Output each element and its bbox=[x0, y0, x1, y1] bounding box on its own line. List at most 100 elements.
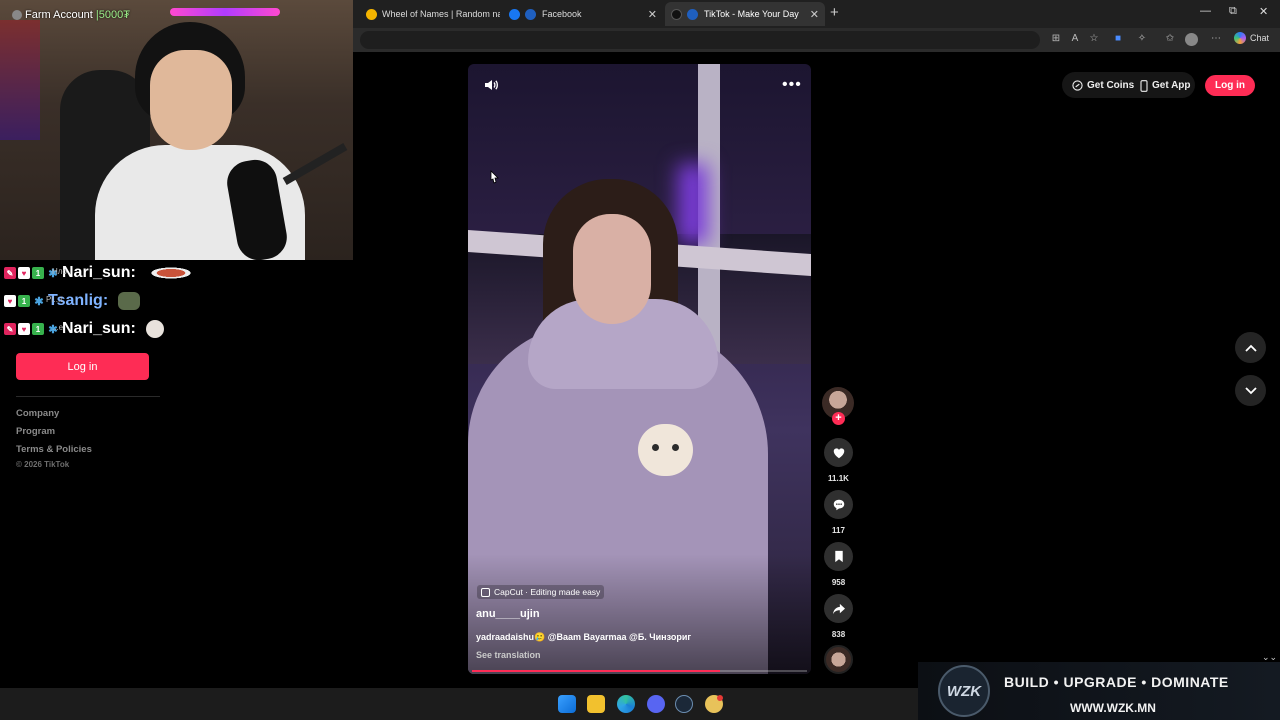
chat-username: Nari_sun: bbox=[62, 320, 136, 337]
more-options-icon[interactable]: ••• bbox=[782, 76, 802, 94]
discord-icon[interactable] bbox=[647, 695, 665, 713]
wall-poster bbox=[0, 20, 40, 140]
share-arrow-icon bbox=[832, 603, 845, 614]
sponsor-tagline: BUILD • UPGRADE • DOMINATE bbox=[1004, 674, 1229, 690]
steam-icon[interactable] bbox=[675, 695, 693, 713]
sidebar-login-button[interactable]: Log in bbox=[16, 353, 149, 380]
favorites-icon[interactable]: ✩ bbox=[1163, 33, 1177, 44]
footer-link-program[interactable]: Program bbox=[16, 426, 55, 437]
footer-link-terms[interactable]: Terms & Policies bbox=[16, 444, 92, 455]
video-caption: yadraadaishu🥲 @Baam Bayarmaa @Б. Чинзори… bbox=[476, 632, 692, 642]
streamer-face bbox=[150, 50, 232, 150]
chat-message: ✎ ♥ 1 ✱ Nari_sun: bbox=[4, 319, 164, 339]
extension-icon[interactable]: ■ bbox=[1111, 33, 1125, 44]
heart-icon bbox=[833, 447, 844, 458]
heart-badge-icon: ♥ bbox=[18, 323, 30, 335]
chat-emote bbox=[145, 266, 196, 280]
follow-button[interactable]: + bbox=[832, 412, 845, 425]
capcut-icon bbox=[481, 587, 490, 597]
sword-badge-icon: ✎ bbox=[4, 323, 16, 335]
cat-sticker bbox=[638, 424, 693, 476]
tiktok-favicon-icon bbox=[671, 8, 682, 20]
save-button[interactable] bbox=[824, 542, 853, 571]
maximize-button[interactable]: ⧉ bbox=[1229, 5, 1237, 18]
effect-anchor[interactable]: CapCut · Editing made easy bbox=[477, 585, 605, 599]
goal-label: Farm Account bbox=[25, 9, 93, 21]
read-aloud-icon[interactable]: A bbox=[1068, 33, 1082, 44]
share-button[interactable] bbox=[824, 594, 853, 623]
webcam-feed bbox=[0, 0, 353, 260]
close-window-button[interactable]: ✕ bbox=[1259, 5, 1268, 18]
get-coins-label: Get Coins bbox=[1087, 80, 1135, 91]
like-count: 11.1K bbox=[828, 474, 849, 483]
notification-dot bbox=[717, 695, 723, 701]
get-app-label: Get App bbox=[1152, 80, 1191, 91]
copilot-icon bbox=[1234, 32, 1246, 44]
tab-facebook[interactable]: Facebook ✕ bbox=[503, 2, 663, 26]
edge-browser-icon[interactable] bbox=[617, 695, 635, 713]
heart-badge-icon: ♥ bbox=[18, 267, 30, 279]
goal-icon bbox=[12, 10, 22, 20]
comment-icon bbox=[833, 499, 844, 510]
sword-badge-icon: ✎ bbox=[4, 267, 16, 279]
chat-username: Nari_sun: bbox=[62, 264, 136, 281]
file-explorer-icon[interactable] bbox=[587, 695, 605, 713]
music-disc[interactable] bbox=[824, 645, 853, 674]
wheel-favicon-icon bbox=[366, 8, 377, 20]
chat-ghost-text: Нлo bbox=[52, 267, 67, 276]
chat-ghost-text: ...e bbox=[52, 323, 64, 332]
tab-tiktok[interactable]: TikTok - Make Your Day ✕ bbox=[665, 2, 825, 26]
like-button[interactable] bbox=[824, 438, 853, 467]
copilot-chat-button[interactable]: Chat bbox=[1234, 32, 1269, 44]
chevron-up-icon bbox=[1244, 344, 1257, 352]
app-available-icon[interactable]: ⊞ bbox=[1049, 33, 1063, 44]
previous-video-button[interactable] bbox=[1235, 332, 1266, 363]
video-author-username[interactable]: anu____ujin bbox=[476, 608, 540, 620]
tab-label: Facebook bbox=[542, 9, 582, 19]
settings-more-icon[interactable]: ⋯ bbox=[1209, 33, 1223, 44]
wrench-badge-icon: ✱ bbox=[34, 295, 44, 308]
stream-goal-title: Farm Account |5000₮ bbox=[12, 9, 130, 21]
tab-label: TikTok - Make Your Day bbox=[704, 9, 799, 19]
sponsor-logo-text: WZK bbox=[946, 682, 982, 700]
see-translation-link[interactable]: See translation bbox=[476, 650, 541, 660]
facebook-profile-icon bbox=[525, 8, 536, 20]
video-player[interactable] bbox=[468, 64, 811, 674]
phone-icon bbox=[1140, 79, 1148, 92]
get-app-button[interactable]: Get App bbox=[1140, 74, 1191, 97]
chevron-down-icon bbox=[1244, 386, 1257, 394]
extensions-puzzle-icon[interactable]: ✧ bbox=[1135, 33, 1149, 44]
share-count: 838 bbox=[831, 630, 846, 639]
address-bar[interactable] bbox=[360, 31, 1040, 49]
get-coins-button[interactable]: Get Coins bbox=[1072, 74, 1134, 97]
comment-count: 117 bbox=[832, 526, 845, 535]
header-login-button[interactable]: Log in bbox=[1205, 75, 1255, 96]
chat-ghost-text: Pr...t bbox=[46, 295, 63, 304]
save-count: 958 bbox=[831, 578, 846, 587]
bookmark-icon bbox=[834, 550, 843, 563]
divider bbox=[16, 396, 160, 397]
chat-message: ♥ 1 ✱ Tsanlig: bbox=[4, 291, 141, 311]
next-video-button[interactable] bbox=[1235, 375, 1266, 406]
chat-label: Chat bbox=[1250, 33, 1270, 43]
tab-wheel-of-names[interactable]: Wheel of Names | Random name bbox=[360, 2, 500, 26]
video-subject-face bbox=[573, 214, 651, 324]
profile-avatar-icon[interactable] bbox=[1185, 33, 1198, 46]
new-tab-button[interactable]: + bbox=[830, 4, 839, 21]
close-tab-icon[interactable]: ✕ bbox=[648, 8, 657, 21]
video-purple-glow bbox=[678, 164, 708, 244]
comment-button[interactable] bbox=[824, 490, 853, 519]
windows-taskbar bbox=[0, 688, 918, 720]
minimize-button[interactable]: — bbox=[1200, 5, 1211, 17]
coin-icon bbox=[1072, 80, 1083, 91]
windows-start-icon[interactable] bbox=[558, 695, 576, 713]
footer-link-company[interactable]: Company bbox=[16, 408, 59, 419]
mic-arm bbox=[282, 143, 348, 185]
goal-amount: |5000₮ bbox=[95, 9, 130, 21]
close-tab-icon[interactable]: ✕ bbox=[810, 8, 819, 21]
volume-icon[interactable] bbox=[483, 77, 499, 93]
chat-emote bbox=[145, 320, 164, 338]
effect-label: CapCut · Editing made easy bbox=[494, 587, 601, 597]
favorite-star-icon[interactable]: ☆ bbox=[1087, 33, 1101, 44]
subscriber-badge: 1 bbox=[32, 267, 44, 279]
